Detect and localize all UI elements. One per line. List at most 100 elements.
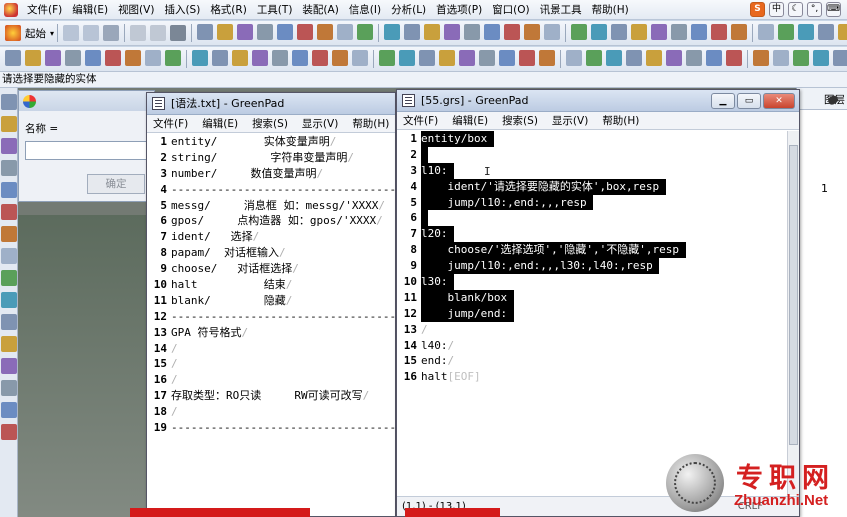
tool-icon[interactable]	[332, 50, 348, 66]
tool-icon[interactable]	[539, 50, 555, 66]
tool-icon[interactable]	[384, 24, 401, 40]
cad-menu-item[interactable]: 工具(T)	[252, 2, 298, 17]
tool-icon[interactable]	[352, 50, 368, 66]
tool-icon[interactable]	[773, 50, 789, 66]
tool-icon[interactable]	[711, 24, 728, 40]
tool-icon[interactable]	[591, 24, 608, 40]
editor-menu-item[interactable]: 帮助(H)	[602, 113, 639, 128]
tool-icon[interactable]	[272, 50, 288, 66]
tool-icon[interactable]	[1, 248, 17, 264]
tool-icon[interactable]	[419, 50, 435, 66]
tool-icon[interactable]	[232, 50, 248, 66]
tool-icon[interactable]	[252, 50, 268, 66]
tool-icon[interactable]	[145, 50, 161, 66]
cad-menu-item[interactable]: 帮助(H)	[587, 2, 634, 17]
ok-button[interactable]: 确定	[87, 174, 145, 194]
cad-menu-item[interactable]: 插入(S)	[159, 2, 205, 17]
editor-menu-item[interactable]: 搜索(S)	[502, 113, 538, 128]
tool-icon[interactable]	[277, 24, 294, 40]
tool-icon[interactable]	[337, 24, 354, 40]
tool-icon[interactable]	[444, 24, 461, 40]
tool-icon[interactable]	[237, 24, 254, 40]
tool-icon[interactable]	[1, 402, 17, 418]
tool-icon[interactable]	[1, 292, 17, 308]
tool-icon[interactable]	[646, 50, 662, 66]
tool-icon[interactable]	[838, 24, 847, 40]
tool-icon[interactable]	[1, 336, 17, 352]
tool-icon[interactable]	[1, 314, 17, 330]
open-file-icon[interactable]	[83, 25, 100, 41]
vertical-scrollbar[interactable]	[787, 131, 799, 495]
tool-icon[interactable]	[297, 24, 314, 40]
tool-icon[interactable]	[571, 24, 588, 40]
close-icon[interactable]	[130, 25, 147, 41]
start-icon[interactable]	[5, 25, 21, 41]
tool-icon[interactable]	[686, 50, 702, 66]
start-button-label[interactable]: 起始	[25, 26, 46, 41]
new-file-icon[interactable]	[63, 25, 80, 41]
tool-icon[interactable]	[666, 50, 682, 66]
tool-icon[interactable]	[778, 24, 795, 40]
tool-icon[interactable]	[499, 50, 515, 66]
tool-icon[interactable]	[105, 50, 121, 66]
save-icon[interactable]	[103, 25, 120, 41]
tool-icon[interactable]	[25, 50, 41, 66]
tool-icon[interactable]	[439, 50, 455, 66]
tool-icon[interactable]	[1, 182, 17, 198]
name-input[interactable]	[25, 141, 150, 160]
tool-icon[interactable]	[626, 50, 642, 66]
cad-menu-item[interactable]: 讯景工具	[535, 2, 587, 17]
chevron-down-icon[interactable]: ▾	[50, 29, 54, 38]
tool-icon[interactable]	[424, 24, 441, 40]
tool-icon[interactable]	[671, 24, 688, 40]
cad-menu-item[interactable]: 视图(V)	[113, 2, 159, 17]
tool-icon[interactable]	[519, 50, 535, 66]
editor-menu-item[interactable]: 帮助(H)	[352, 116, 389, 131]
keyboard-icon[interactable]: ⌨	[826, 2, 841, 17]
tool-icon[interactable]	[312, 50, 328, 66]
tool-icon[interactable]	[566, 50, 582, 66]
tool-icon[interactable]	[1, 380, 17, 396]
tool-icon[interactable]	[197, 24, 214, 40]
tool-icon[interactable]	[606, 50, 622, 66]
editor-menu-item[interactable]: 显示(V)	[552, 113, 588, 128]
tool-icon[interactable]	[65, 50, 81, 66]
printer-icon[interactable]	[170, 25, 187, 41]
editor-menu-item[interactable]: 编辑(E)	[452, 113, 488, 128]
cad-menu-item[interactable]: 装配(A)	[297, 2, 343, 17]
tool-icon[interactable]	[1, 116, 17, 132]
tool-icon[interactable]	[217, 24, 234, 40]
cad-menu-item[interactable]: 编辑(E)	[67, 2, 113, 17]
tool-icon[interactable]	[691, 24, 708, 40]
tool-icon[interactable]	[818, 24, 835, 40]
cad-menu-item[interactable]: 首选项(P)	[431, 2, 487, 17]
cad-menu-item[interactable]: 信息(I)	[344, 2, 386, 17]
tool-icon[interactable]	[1, 358, 17, 374]
tool-icon[interactable]	[125, 50, 141, 66]
tool-icon[interactable]	[833, 50, 847, 66]
editor-text-area[interactable]: 1 entity/box 2 3 l10: 4 ident/'请选择要隐藏的实体',…	[397, 131, 787, 495]
tool-icon[interactable]	[459, 50, 475, 66]
tool-icon[interactable]	[1, 226, 17, 242]
tool-icon[interactable]	[1, 424, 17, 440]
cad-menu-item[interactable]: 分析(L)	[386, 2, 431, 17]
tool-icon[interactable]	[706, 50, 722, 66]
tool-icon[interactable]	[45, 50, 61, 66]
tool-icon[interactable]	[404, 24, 421, 40]
editor-menu-item[interactable]: 文件(F)	[153, 116, 188, 131]
tool-icon[interactable]	[1, 270, 17, 286]
cad-menu-item[interactable]: 窗口(O)	[487, 2, 534, 17]
tool-icon[interactable]	[813, 50, 829, 66]
tool-icon[interactable]	[544, 24, 561, 40]
tool-icon[interactable]	[292, 50, 308, 66]
tool-icon[interactable]	[524, 24, 541, 40]
tool-icon[interactable]	[357, 24, 374, 40]
moon-icon[interactable]: ☾	[788, 2, 803, 17]
tool-icon[interactable]	[731, 24, 748, 40]
tool-icon[interactable]	[793, 50, 809, 66]
punct-icon[interactable]: °,	[807, 2, 822, 17]
tool-icon[interactable]	[165, 50, 181, 66]
tool-icon[interactable]	[586, 50, 602, 66]
close-button[interactable]: ✕	[763, 93, 795, 109]
tool-icon[interactable]	[651, 24, 668, 40]
